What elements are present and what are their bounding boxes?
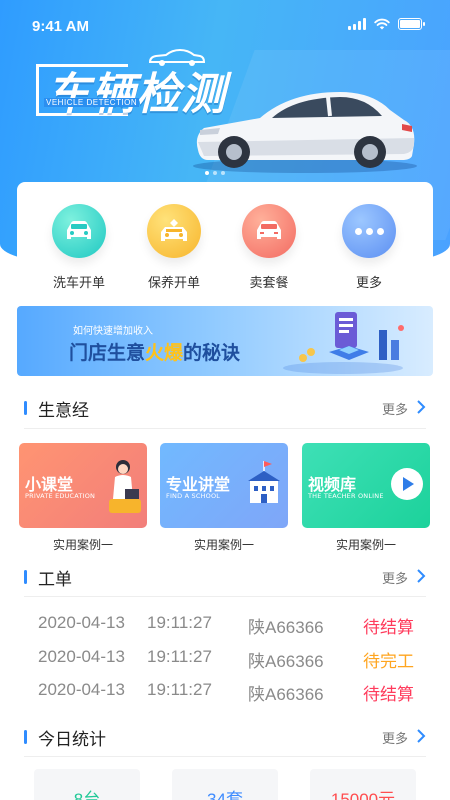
- course-caption: 实用案例一: [52, 538, 113, 552]
- car-illustration: [193, 92, 417, 173]
- section-marker: [24, 570, 27, 584]
- carousel-dot[interactable]: [221, 171, 225, 175]
- order-row[interactable]: 2020-04-13 19:11:27 陕A66366 待结算: [38, 613, 418, 637]
- quick-action-label: 卖套餐: [249, 276, 289, 291]
- quick-action-label: 更多: [355, 276, 382, 291]
- signal-icon: [348, 18, 366, 30]
- carousel-dot[interactable]: [205, 171, 209, 175]
- course-subtitle: PRIVATE EDUCATION: [25, 492, 96, 500]
- student-illustration: [109, 460, 141, 513]
- order-date: 2020-04-13: [38, 613, 125, 632]
- carousel-dot[interactable]: [213, 171, 217, 175]
- section-title: 今日统计: [38, 730, 106, 750]
- orders-section-header: 工单 更多: [24, 562, 426, 592]
- order-row[interactable]: 2020-04-13 19:11:27 陕A66366 待完工: [38, 647, 418, 671]
- stat-revenue[interactable]: 15000元: [310, 769, 416, 800]
- order-time: 19:11:27: [147, 613, 212, 632]
- promo-illustration: [283, 312, 404, 374]
- promo-banner[interactable]: 如何快速增加收入 门店生意火爆的秘诀: [17, 306, 433, 376]
- carousel-dots: [205, 171, 225, 175]
- quick-action-sell-package[interactable]: 卖套餐: [229, 204, 309, 291]
- course-subtitle: FIND A SCHOOL: [166, 492, 221, 500]
- quick-action-label: 洗车开单: [52, 276, 105, 291]
- order-row[interactable]: 2020-04-13 19:11:27 陕A66366 待结算: [38, 680, 418, 704]
- section-divider: [24, 428, 426, 429]
- banner-subtitle: VEHICLE DETECTION: [44, 98, 140, 107]
- chevron-right-icon[interactable]: [416, 728, 426, 744]
- section-divider: [24, 756, 426, 757]
- status-time: 9:41 AM: [32, 18, 89, 35]
- more-icon: [342, 204, 396, 258]
- quick-action-label: 保养开单: [147, 276, 200, 291]
- more-link[interactable]: 更多: [382, 399, 408, 418]
- quick-actions-card: 洗车开单 保养开单 卖套餐 更多: [17, 182, 433, 297]
- quick-action-car-wash[interactable]: 洗车开单: [39, 204, 119, 291]
- section-title: 生意经: [38, 401, 89, 421]
- promo-title-part: 门店生意: [69, 342, 146, 364]
- car-package-icon: [242, 204, 296, 258]
- order-date: 2020-04-13: [38, 647, 125, 666]
- order-time: 19:11:27: [147, 680, 212, 699]
- battery-icon: [398, 18, 425, 30]
- section-divider: [24, 596, 426, 597]
- order-plate: 陕A66366: [248, 685, 324, 704]
- chevron-right-icon[interactable]: [416, 399, 426, 415]
- order-status: 待结算: [363, 685, 414, 704]
- promo-title-part: 的秘诀: [183, 342, 241, 364]
- section-marker: [24, 401, 27, 415]
- stats-section-header: 今日统计 更多: [24, 722, 426, 752]
- promo-subtitle: 如何快速增加收入: [73, 326, 153, 337]
- order-status: 待完工: [363, 652, 414, 671]
- quick-action-more[interactable]: 更多: [329, 204, 409, 291]
- status-icons: [348, 18, 425, 30]
- car-maintenance-icon: [147, 204, 201, 258]
- order-date: 2020-04-13: [38, 680, 125, 699]
- promo-title: 门店生意火爆的秘诀: [69, 338, 240, 365]
- wifi-icon: [374, 18, 390, 30]
- stat-packages[interactable]: 34套: [172, 769, 278, 800]
- chevron-right-icon[interactable]: [416, 568, 426, 584]
- course-card-small-class[interactable]: 小课堂 PRIVATE EDUCATION: [19, 443, 147, 528]
- status-bar: 9:41 AM: [0, 0, 450, 52]
- promo-title-highlight: 火爆: [145, 342, 184, 364]
- business-section-header: 生意经 更多: [24, 393, 426, 423]
- school-icon: [248, 461, 280, 503]
- play-icon: [391, 468, 423, 500]
- section-title: 工单: [38, 570, 72, 590]
- stat-vehicles[interactable]: 8台: [34, 769, 140, 800]
- order-plate: 陕A66366: [248, 652, 324, 671]
- order-plate: 陕A66366: [248, 618, 324, 637]
- course-subtitle: THE TEACHER ONLINE: [308, 492, 384, 500]
- more-link[interactable]: 更多: [382, 728, 408, 747]
- order-status: 待结算: [363, 618, 414, 637]
- order-time: 19:11:27: [147, 647, 212, 666]
- quick-action-maintenance[interactable]: 保养开单: [134, 204, 214, 291]
- car-wash-icon: [52, 204, 106, 258]
- more-link[interactable]: 更多: [382, 568, 408, 587]
- course-caption: 实用案例一: [335, 538, 396, 552]
- section-marker: [24, 730, 27, 744]
- course-card-lecture[interactable]: 专业讲堂 FIND A SCHOOL: [160, 443, 288, 528]
- course-caption: 实用案例一: [193, 538, 254, 552]
- course-card-video-library[interactable]: 视频库 THE TEACHER ONLINE: [302, 443, 430, 528]
